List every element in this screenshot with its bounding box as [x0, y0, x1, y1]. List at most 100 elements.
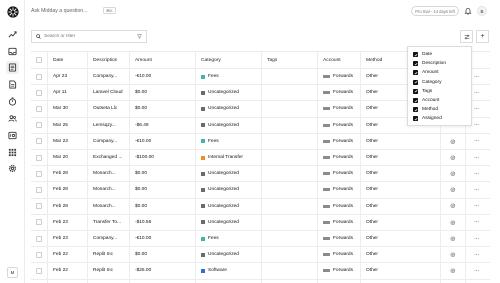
row-checkbox-cell[interactable] — [36, 101, 42, 116]
row-checkbox[interactable] — [36, 138, 42, 145]
row-assigned[interactable] — [450, 247, 456, 262]
bell-icon[interactable] — [464, 7, 472, 15]
row-actions[interactable]: ··· — [474, 101, 479, 116]
column-toggle-item[interactable]: Assigned — [413, 114, 466, 123]
row-checkbox-cell[interactable] — [36, 182, 42, 197]
column-toggle-item[interactable]: Date — [413, 50, 466, 59]
row-category[interactable]: Uncategorized — [201, 85, 239, 100]
row-category[interactable]: Software — [201, 263, 227, 278]
column-checkbox[interactable] — [413, 79, 418, 85]
column-checkbox[interactable] — [413, 88, 418, 94]
row-category[interactable]: Uncategorized — [201, 247, 239, 262]
row-checkbox[interactable] — [36, 235, 42, 242]
header-date[interactable]: Date — [53, 52, 63, 68]
row-checkbox[interactable] — [36, 154, 42, 161]
more-options-icon[interactable]: ··· — [474, 219, 479, 225]
column-toggle-item[interactable]: Description — [413, 59, 466, 68]
midday-logo-icon[interactable] — [7, 6, 19, 18]
column-checkbox[interactable] — [413, 70, 418, 76]
add-transaction-button[interactable]: + — [476, 30, 489, 43]
row-actions[interactable]: ··· — [474, 85, 479, 100]
select-all-checkbox[interactable] — [36, 57, 42, 63]
row-actions[interactable]: ··· — [474, 182, 479, 197]
row-assigned[interactable] — [450, 215, 456, 230]
assign-gear-icon[interactable] — [450, 236, 456, 242]
user-avatar[interactable]: M — [7, 267, 18, 278]
select-all-cell[interactable] — [36, 52, 42, 68]
row-assigned[interactable] — [450, 166, 456, 181]
column-toggle-item[interactable]: Method — [413, 105, 466, 114]
row-checkbox[interactable] — [36, 105, 42, 112]
search-box[interactable] — [31, 30, 147, 43]
row-actions[interactable]: ··· — [474, 215, 479, 230]
row-category[interactable]: Uncategorized — [201, 182, 239, 197]
row-actions[interactable]: ··· — [474, 231, 479, 246]
ask-midday-input[interactable]: Ask Midday a question... — [31, 8, 88, 14]
row-category[interactable]: Uncategorized — [201, 199, 239, 214]
header-amount[interactable]: Amount — [135, 52, 152, 68]
row-actions[interactable]: ··· — [474, 118, 479, 133]
more-options-icon[interactable]: ··· — [474, 187, 479, 193]
row-actions[interactable]: ··· — [474, 150, 479, 165]
row-checkbox-cell[interactable] — [36, 199, 42, 214]
sidebar-item-settings[interactable] — [6, 162, 19, 175]
row-checkbox-cell[interactable] — [36, 134, 42, 149]
row-checkbox[interactable] — [36, 219, 42, 226]
column-toggle-item[interactable]: Category — [413, 78, 466, 87]
row-actions[interactable]: ··· — [474, 134, 479, 149]
more-options-icon[interactable]: ··· — [474, 138, 479, 144]
filter-icon[interactable] — [137, 34, 142, 39]
row-checkbox-cell[interactable] — [36, 215, 42, 230]
column-checkbox[interactable] — [413, 116, 418, 122]
more-options-icon[interactable]: ··· — [474, 106, 479, 112]
row-checkbox[interactable] — [36, 251, 42, 258]
row-actions[interactable]: ··· — [474, 263, 479, 278]
more-options-icon[interactable]: ··· — [474, 252, 479, 258]
row-assigned[interactable] — [450, 134, 456, 149]
sidebar-item-customers[interactable] — [6, 112, 19, 125]
header-tags[interactable]: Tags — [267, 52, 277, 68]
header-account[interactable]: Account — [323, 52, 341, 68]
sidebar-item-invoices[interactable] — [6, 78, 19, 91]
assign-gear-icon[interactable] — [450, 187, 456, 193]
column-toggle-item[interactable]: Account — [413, 96, 466, 105]
more-options-icon[interactable]: ··· — [474, 268, 479, 274]
sidebar-item-apps[interactable] — [6, 146, 19, 159]
row-category[interactable]: Uncategorized — [201, 215, 239, 230]
more-options-icon[interactable]: ··· — [474, 155, 479, 161]
assign-gear-icon[interactable] — [450, 268, 456, 274]
more-options-icon[interactable]: ··· — [474, 74, 479, 80]
row-checkbox[interactable] — [36, 89, 42, 96]
row-category[interactable]: Uncategorized — [201, 101, 239, 116]
sidebar-item-transactions[interactable] — [6, 61, 19, 74]
more-options-icon[interactable]: ··· — [474, 171, 479, 177]
row-category[interactable]: Uncategorized — [201, 166, 239, 181]
column-checkbox[interactable] — [413, 98, 418, 104]
assign-gear-icon[interactable] — [450, 203, 456, 209]
column-checkbox[interactable] — [413, 61, 418, 67]
row-category[interactable]: Fees — [201, 231, 219, 246]
more-options-icon[interactable]: ··· — [474, 203, 479, 209]
row-actions[interactable]: ··· — [474, 166, 479, 181]
column-checkbox[interactable] — [413, 52, 418, 58]
sidebar-item-overview[interactable] — [6, 28, 19, 41]
row-assigned[interactable] — [450, 199, 456, 214]
row-assigned[interactable] — [450, 263, 456, 278]
row-actions[interactable]: ··· — [474, 69, 479, 84]
row-actions[interactable]: ··· — [474, 199, 479, 214]
header-category[interactable]: Category — [201, 52, 221, 68]
header-description[interactable]: Description — [93, 52, 117, 68]
search-input[interactable] — [44, 34, 134, 39]
row-checkbox-cell[interactable] — [36, 150, 42, 165]
more-options-icon[interactable]: ··· — [474, 122, 479, 128]
column-checkbox[interactable] — [413, 107, 418, 113]
assign-gear-icon[interactable] — [450, 220, 456, 226]
sidebar-item-tracker[interactable] — [6, 95, 19, 108]
row-checkbox[interactable] — [36, 203, 42, 210]
row-checkbox-cell[interactable] — [36, 247, 42, 262]
row-assigned[interactable] — [450, 231, 456, 246]
row-checkbox-cell[interactable] — [36, 85, 42, 100]
row-checkbox[interactable] — [36, 267, 42, 274]
assign-gear-icon[interactable] — [450, 171, 456, 177]
row-checkbox-cell[interactable] — [36, 263, 42, 278]
